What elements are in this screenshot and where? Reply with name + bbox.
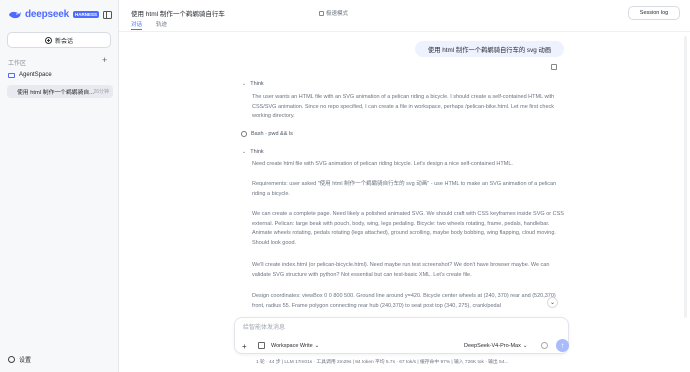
tab-bar: 对话 轨迹 [131,20,167,28]
attach-button[interactable]: + [242,342,247,351]
workspace-folder[interactable]: AgentSpace [8,72,52,78]
bash-label: Bash · pwd && ls [251,131,293,137]
session-title: 使用 html 制作一个鹈鹕骑自... [17,90,94,96]
brand-name: deepseek [25,9,69,20]
add-workspace-icon[interactable]: + [102,55,107,65]
status-bar: 1 轮 · 44 步 | LLM 17m01s · 工具调用 2m29s | 8… [256,360,509,365]
think-label: Think [250,149,264,155]
tab-conversation[interactable]: 对话 [131,20,142,28]
think-text-2-p3: We can create a complete page. Need like… [252,211,564,246]
app-window: deepseek HARNESS 新会话 工作区 + AgentSpace 使用… [0,0,690,372]
think-text-2-p2: Requirements: user asked "使用 html 制作一个鹈鹕… [252,181,557,197]
terminal-icon [241,131,247,137]
settings-button[interactable]: 设置 [8,355,31,364]
new-chat-label: 新会话 [54,38,73,45]
think-text-2-p1: Need create html file with SVG animation… [252,161,513,167]
header-divider [119,31,690,32]
brand: deepseek HARNESS [8,9,100,20]
speed-mode-toggle[interactable]: 极速模式 [319,9,348,17]
chevron-down-icon: ⌄ [314,343,320,349]
permission-mode-label: Workspace Write [271,343,313,349]
think-label: Think [250,81,264,87]
new-chat-button[interactable]: 新会话 [7,32,111,48]
tools-icon[interactable] [258,342,265,349]
main-panel: 使用 html 制作一个鹈鹕骑自行车 极速模式 对话 轨迹 Session lo… [119,0,690,372]
model-label: DeepSeek-V4-Pro-Max [464,343,521,349]
think-toggle-2[interactable]: ⌄ Think [242,149,264,155]
brand-badge: HARNESS [73,11,100,18]
refresh-icon[interactable] [541,342,548,349]
copy-icon[interactable] [551,64,557,70]
gear-icon [8,356,15,363]
folder-icon [8,72,15,78]
session-log-button[interactable]: Session log [628,6,680,20]
mode-label: 极速模式 [326,11,349,17]
session-item[interactable]: 使用 html 制作一个鹈鹕骑自... 26分钟 [7,85,113,98]
chevron-down-icon: ⌄ [242,149,247,155]
think-text-1: The user wants an HTML file with an SVG … [252,94,555,120]
workspace-label: 工作区 [8,61,27,67]
mode-icon [319,10,324,16]
chevron-down-icon: ⌄ [242,81,247,87]
think-text-2-p5: Design coordinates: viewBox 0 0 800 500.… [252,293,556,309]
sidebar: deepseek HARNESS 新会话 工作区 + AgentSpace 使用… [0,0,119,372]
think-toggle-1[interactable]: ⌄ Think [242,81,264,87]
composer: 给智能体发消息 + Workspace Write ⌄ DeepSeek-V4-… [234,317,569,354]
deepseek-whale-icon [9,11,21,18]
collapse-sidebar-icon[interactable] [103,11,112,19]
model-select[interactable]: DeepSeek-V4-Pro-Max ⌄ [464,343,527,349]
scrollbar[interactable] [684,36,687,318]
settings-label: 设置 [19,358,32,364]
scroll-to-bottom-button[interactable]: ⌄ [547,297,558,308]
page-title: 使用 html 制作一个鹈鹕骑自行车 [131,11,225,18]
send-button[interactable]: ↑ [556,339,569,352]
bash-tool-call[interactable]: Bash · pwd && ls [241,131,293,137]
think-text-2-p4: We'll create index.html (or pelican-bicy… [252,262,550,278]
permission-mode-select[interactable]: Workspace Write ⌄ [271,343,319,349]
folder-label: AgentSpace [19,72,52,78]
plus-circle-icon [44,36,52,44]
session-time: 26分钟 [93,89,109,95]
user-message: 使用 html 制作一个鹈鹕骑自行车的 svg 动画 [415,41,564,57]
message-input[interactable]: 给智能体发消息 [243,322,285,331]
tab-trace[interactable]: 轨迹 [156,20,167,28]
active-tab-indicator [131,29,142,30]
chevron-down-icon: ⌄ [522,343,528,349]
